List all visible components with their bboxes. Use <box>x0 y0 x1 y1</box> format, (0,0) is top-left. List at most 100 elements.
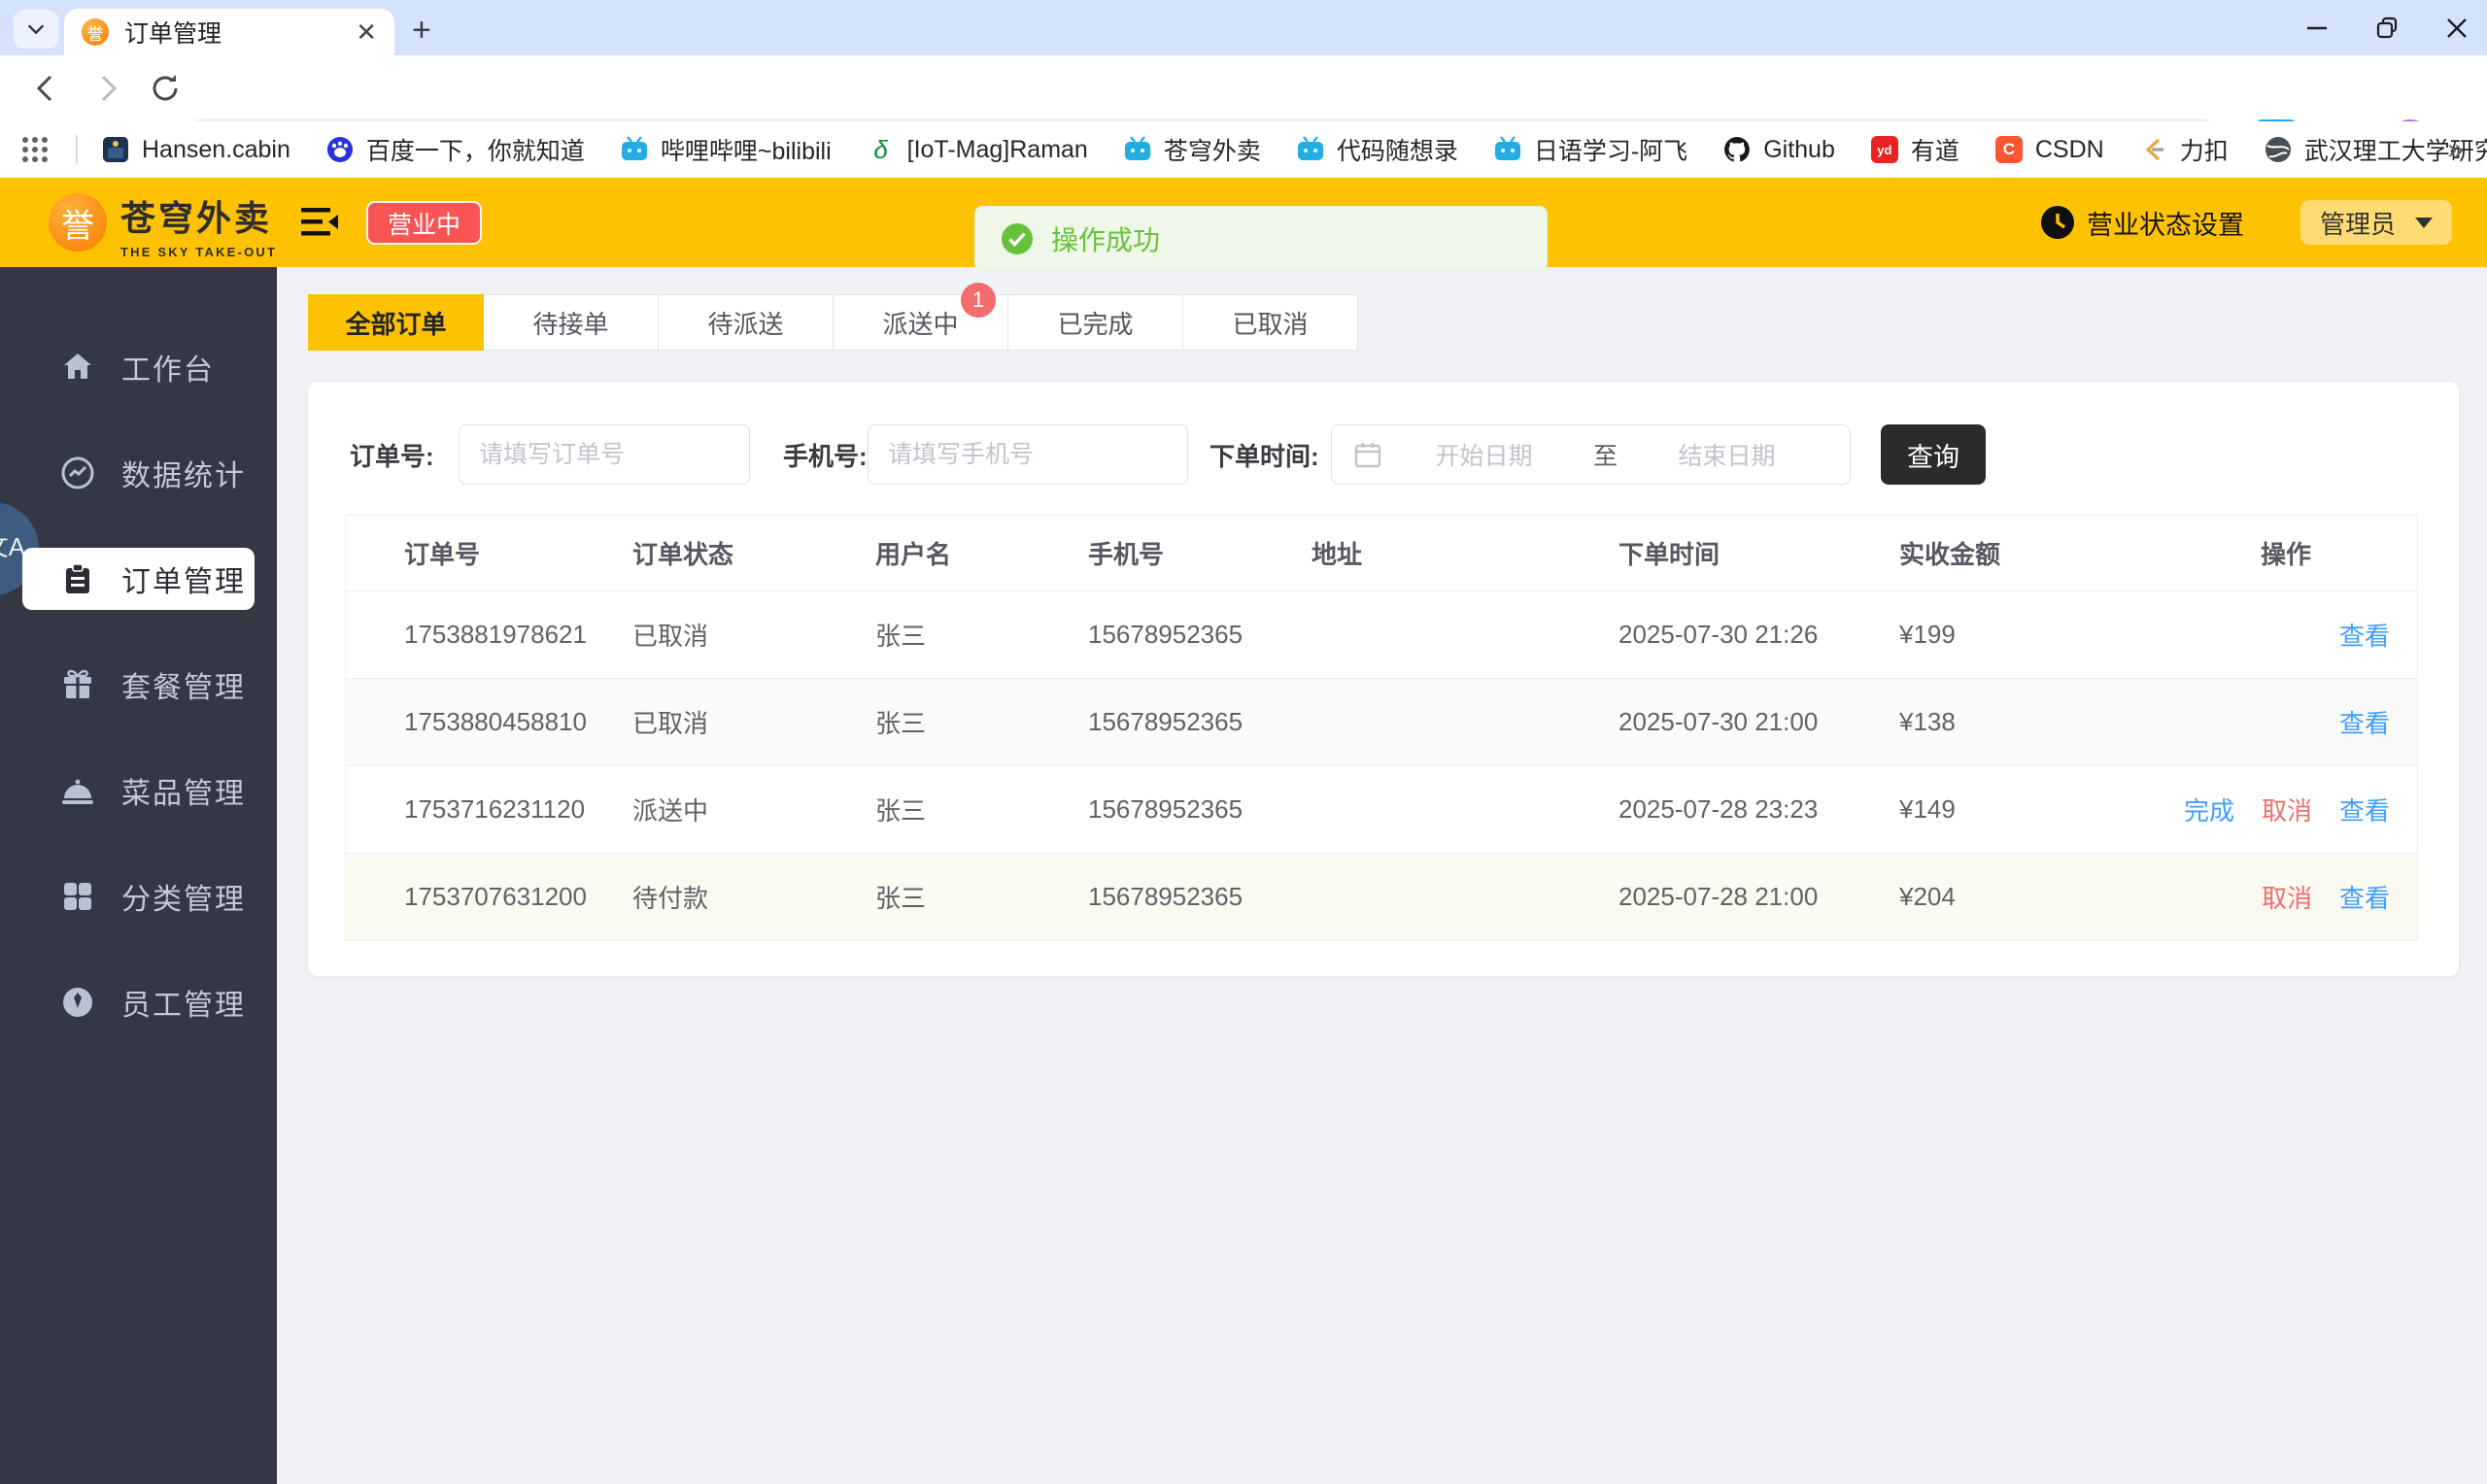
bilibili-tv-icon <box>1123 135 1152 164</box>
table-row: 1753880458810 已取消 张三 15678952365 2025-07… <box>346 679 2417 766</box>
bookmark-item[interactable]: 苍穹外卖 <box>1123 132 1261 167</box>
bookmark-item[interactable]: Github <box>1722 135 1835 164</box>
date-range-picker[interactable]: 开始日期 至 结束日期 <box>1331 424 1851 485</box>
order-amount: ¥199 <box>1899 620 1956 649</box>
tab-close-icon[interactable]: ✕ <box>356 17 377 48</box>
new-tab-button[interactable]: + <box>412 12 431 50</box>
clock-icon <box>2041 206 2074 239</box>
order-number-input[interactable] <box>459 424 750 485</box>
col-amount: 实收金额 <box>1899 540 2001 569</box>
bookmark-label: [IoT-Mag]Raman <box>906 135 1088 163</box>
action-link[interactable]: 查看 <box>2339 704 2390 740</box>
forward-button[interactable] <box>89 71 124 106</box>
tab-pending-dispatch[interactable]: 待派送 <box>658 294 834 351</box>
bookmark-item[interactable]: yd 有道 <box>1870 132 1959 167</box>
order-number-label: 订单号: <box>350 441 434 471</box>
minimize-button[interactable] <box>2304 16 2330 41</box>
order-actions: 取消 查看 <box>2153 879 2419 915</box>
bookmark-label: Github <box>1763 135 1835 163</box>
bookmark-item[interactable]: 日语学习-阿飞 <box>1493 132 1687 167</box>
business-status-setting[interactable]: 营业状态设置 <box>2087 204 2244 242</box>
tab-title: 订单管理 <box>124 20 222 48</box>
tab-label: 已取消 <box>1232 309 1309 339</box>
bookmark-item[interactable]: Hansen.cabin <box>101 135 290 164</box>
restore-button[interactable] <box>2374 16 2400 41</box>
baidu-icon <box>325 135 355 164</box>
order-id: 1753716231120 <box>404 794 586 824</box>
action-link[interactable]: 查看 <box>2339 617 2390 653</box>
action-link[interactable]: 完成 <box>2184 792 2234 827</box>
back-button[interactable] <box>29 71 64 106</box>
sidebar-item-dishes[interactable]: 菜品管理 <box>0 759 277 851</box>
leetcode-icon <box>2139 135 2168 164</box>
order-actions: 查看 <box>2153 704 2419 740</box>
order-status: 已取消 <box>632 709 709 738</box>
admin-dropdown[interactable]: 管理员 <box>2300 200 2452 245</box>
order-user: 张三 <box>875 622 927 651</box>
apps-grid-icon[interactable] <box>19 134 51 165</box>
tab-dispatching[interactable]: 派送中 1 <box>833 283 1008 351</box>
sidebar-item-workbench[interactable]: 工作台 <box>0 336 277 427</box>
order-phone: 15678952365 <box>1088 794 1244 824</box>
sidebar-item-employees[interactable]: 员工管理 <box>0 971 277 1062</box>
start-date-placeholder[interactable]: 开始日期 <box>1382 437 1585 472</box>
bookmark-item[interactable]: C CSDN <box>1994 135 2104 164</box>
sidebar-item-combos[interactable]: 套餐管理 <box>0 654 277 745</box>
bookmark-item[interactable]: 百度一下，你就知道 <box>325 132 585 167</box>
dish-icon <box>62 779 93 804</box>
col-user: 用户名 <box>875 540 952 569</box>
browser-toolbar: localhost:8082/#/order G文 KT <box>0 55 2487 169</box>
sidebar-item-statistics[interactable]: 数据统计 <box>0 442 277 533</box>
sidebar: 文A 工作台 数据统计 订单管理 套餐管理 菜品管理 分类管理 员工管理 <box>0 267 277 1484</box>
order-status-tabs: 全部订单 待接单 待派送 派送中 1 已完成 已取消 <box>308 283 1358 351</box>
bookmark-label: Hansen.cabin <box>142 135 290 163</box>
bookmark-item[interactable]: 哔哩哔哩~bilibili <box>620 132 832 167</box>
staff-icon <box>63 988 92 1017</box>
tab-cancelled[interactable]: 已取消 <box>1182 294 1358 351</box>
sidebar-item-label: 员工管理 <box>121 990 246 1022</box>
phone-input[interactable] <box>868 424 1188 485</box>
order-id: 1753707631200 <box>404 882 587 911</box>
orders-table: 订单号 订单状态 用户名 手机号 地址 下单时间 实收金额 操作 1753881… <box>345 515 2418 941</box>
bookmarks-overflow-icon[interactable]: » <box>2447 133 2464 166</box>
table-row: 1753716231120 派送中 张三 15678952365 2025-07… <box>346 766 2417 854</box>
table-row: 1753707631200 待付款 张三 15678952365 2025-07… <box>346 854 2417 941</box>
bookmark-label: 代码随想录 <box>1336 138 1458 165</box>
reload-button[interactable] <box>148 71 183 106</box>
order-amount: ¥138 <box>1899 707 1956 736</box>
search-button[interactable]: 查询 <box>1881 424 1986 485</box>
success-check-icon <box>1002 222 1033 254</box>
bookmark-item[interactable]: 力扣 <box>2139 132 2229 167</box>
order-user: 张三 <box>875 796 927 826</box>
github-icon <box>1722 135 1752 164</box>
tab-pending-accept[interactable]: 待接单 <box>483 294 659 351</box>
close-button[interactable] <box>2444 16 2470 41</box>
tab-label: 已完成 <box>1057 309 1134 339</box>
tab-completed[interactable]: 已完成 <box>1007 294 1183 351</box>
brand-subtitle: THE SKY TAKE-OUT <box>120 245 278 259</box>
order-time: 2025-07-28 21:00 <box>1618 882 1819 911</box>
bookmark-item[interactable]: δ [IoT-Mag]Raman <box>867 135 1088 164</box>
action-link[interactable]: 查看 <box>2339 792 2390 827</box>
range-separator: 至 <box>1593 443 1618 470</box>
order-status: 派送中 <box>632 796 709 826</box>
toast-message: 操作成功 <box>1051 224 1161 255</box>
bookmark-item[interactable]: 代码随想录 <box>1296 132 1458 167</box>
tab-label: 待接单 <box>532 309 609 339</box>
action-link[interactable]: 取消 <box>2262 792 2312 827</box>
sidebar-item-categories[interactable]: 分类管理 <box>0 865 277 957</box>
sidebar-item-orders[interactable]: 订单管理 <box>0 548 277 639</box>
action-link[interactable]: 查看 <box>2339 879 2390 915</box>
bookmark-label: 力扣 <box>2179 138 2229 165</box>
bilibili-tv-icon <box>1493 135 1522 164</box>
brand-name: 苍穹外卖 <box>120 198 273 238</box>
action-link[interactable]: 取消 <box>2262 879 2312 915</box>
stats-icon <box>61 456 94 489</box>
tab-search-button[interactable] <box>14 10 58 49</box>
order-amount: ¥204 <box>1899 882 1956 911</box>
tab-all-orders[interactable]: 全部订单 <box>308 294 484 351</box>
sidebar-collapse-icon[interactable] <box>299 203 340 242</box>
end-date-placeholder[interactable]: 结束日期 <box>1625 437 1828 472</box>
order-id: 1753881978621 <box>404 620 587 649</box>
browser-tab[interactable]: 誉 订单管理 ✕ <box>64 9 394 55</box>
